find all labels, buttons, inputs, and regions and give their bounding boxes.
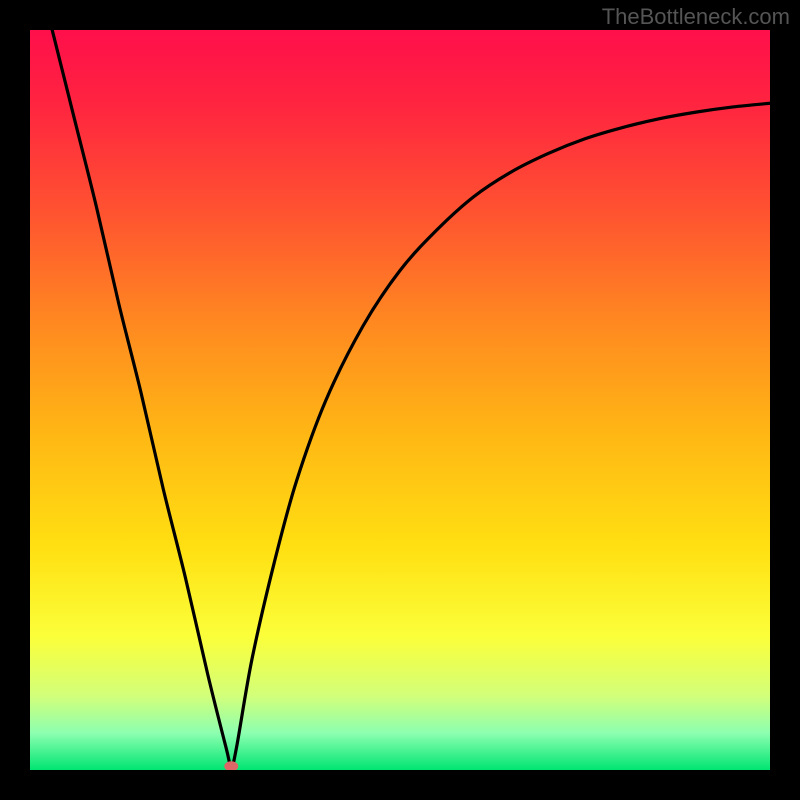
chart-frame: TheBottleneck.com <box>0 0 800 800</box>
minimum-marker <box>224 761 238 771</box>
attribution-label: TheBottleneck.com <box>602 4 790 30</box>
plot-background <box>30 30 770 770</box>
bottleneck-chart <box>0 0 800 800</box>
